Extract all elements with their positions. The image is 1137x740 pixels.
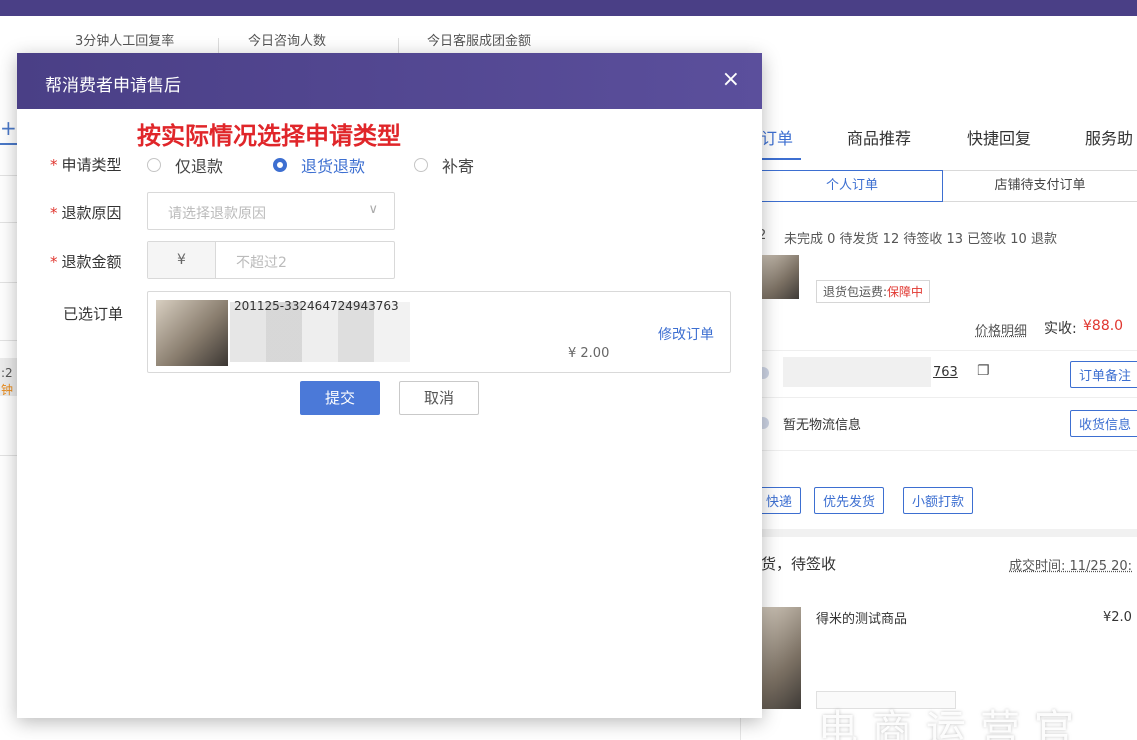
copy-icon[interactable]: ❐ xyxy=(977,363,990,379)
price-detail-link[interactable]: 价格明细 xyxy=(975,320,1027,339)
stat-reply-rate: 3分钟人工回复率 xyxy=(75,34,175,49)
actual-received-value: ¥88.0 xyxy=(1083,318,1124,334)
small-payment-button[interactable]: 小额打款 xyxy=(903,487,974,514)
currency-prefix: ¥ xyxy=(148,242,216,278)
shipping-insurance-tag: 退货包运费:保障中 xyxy=(816,280,931,303)
radio-return-refund[interactable]: 退货退款 xyxy=(273,153,365,177)
shipping-tag-label: 退货包运费: xyxy=(823,285,888,299)
dialog-header: 帮消费者申请售后 × xyxy=(17,53,762,109)
deal-time: 成交时间: 11/25 20: xyxy=(1009,559,1133,574)
refund-amount-field[interactable]: ¥ 不超过2 xyxy=(147,241,395,279)
section-divider xyxy=(741,529,1137,537)
left-divider xyxy=(0,340,18,341)
field-label-order: 已选订单 xyxy=(63,305,124,323)
divider xyxy=(751,397,1137,398)
radio-label: 退货退款 xyxy=(301,157,366,176)
segment-personal-orders[interactable]: 个人订单 xyxy=(761,170,943,202)
left-item-text: :2 xyxy=(1,366,13,380)
radio-label: 仅退款 xyxy=(175,157,224,176)
label-text: 退款金额 xyxy=(61,253,122,271)
left-item-time: 钟 xyxy=(1,383,14,397)
dialog-title: 帮消费者申请售后 xyxy=(45,76,181,96)
label-text: 申请类型 xyxy=(61,156,122,174)
actual-received-label: 实收: xyxy=(1044,321,1077,337)
required-mark: * xyxy=(50,156,58,174)
priority-ship-button[interactable]: 优先发货 xyxy=(814,487,885,514)
tab-product-recommend[interactable]: 商品推荐 xyxy=(847,125,911,149)
shipping-tag-status: 保障中 xyxy=(887,285,924,299)
order-status-title: 货，待签收 xyxy=(761,555,837,573)
order-price: ¥ 2.00 xyxy=(568,346,610,361)
product-thumbnail xyxy=(759,255,799,299)
radio-circle xyxy=(147,158,161,172)
product-price: ¥2.0 xyxy=(1103,610,1132,625)
field-label-type: * 申请类型 xyxy=(50,154,122,175)
field-label-reason: * 退款原因 xyxy=(50,202,122,223)
required-mark: * xyxy=(50,253,58,271)
right-panel: 订单 商品推荐 快捷回复 服务助 个人订单 店铺待支付订单 2 未完成 0 待发… xyxy=(740,95,1137,740)
tab-orders[interactable]: 订单 xyxy=(761,125,793,149)
order-status-filters[interactable]: 未完成 0 待发货 12 待签收 13 已签收 10 退款 xyxy=(784,228,1057,247)
select-placeholder: 请选择退款原因 xyxy=(168,206,266,222)
left-divider xyxy=(0,175,18,176)
left-divider xyxy=(0,282,18,283)
close-icon[interactable]: × xyxy=(722,67,740,92)
left-divider xyxy=(0,222,18,223)
express-button[interactable]: 快递 xyxy=(757,487,802,514)
order-note-button[interactable]: 订单备注 xyxy=(1070,361,1137,388)
field-label-amount: * 退款金额 xyxy=(50,251,122,272)
label-text: 退款原因 xyxy=(61,204,122,222)
submit-button[interactable]: 提交 xyxy=(300,381,380,415)
left-tab-indicator xyxy=(0,143,18,145)
watermark-text: 电商运营官 xyxy=(818,707,1088,740)
radio-refund-only[interactable]: 仅退款 xyxy=(147,153,223,177)
tab-underline xyxy=(761,158,801,160)
receipt-info-button[interactable]: 收货信息 xyxy=(1070,410,1137,437)
order-product-image xyxy=(156,300,228,366)
product-name[interactable]: 得米的测试商品 xyxy=(816,608,907,627)
edit-order-link[interactable]: 修改订单 xyxy=(658,324,714,344)
divider xyxy=(751,450,1137,451)
order-number-tail: 763 xyxy=(933,365,958,380)
divider xyxy=(751,350,1137,351)
radio-circle xyxy=(414,158,428,172)
stats-row: 3分钟人工回复率 今日咨询人数 今日客服成团金额 xyxy=(0,22,760,60)
after-sale-dialog: 帮消费者申请售后 × 按实际情况选择申请类型 * 申请类型 仅退款 退货退款 补寄… xyxy=(17,53,762,718)
annotation-text: 按实际情况选择申请类型 xyxy=(137,122,401,150)
tab-quick-reply[interactable]: 快捷回复 xyxy=(967,125,1031,149)
refund-reason-select[interactable]: 请选择退款原因 ∨ xyxy=(147,192,395,230)
add-icon[interactable]: + xyxy=(0,118,17,138)
segment-shop-unpaid-orders[interactable]: 店铺待支付订单 xyxy=(943,170,1137,202)
amount-placeholder: 不超过2 xyxy=(236,255,287,271)
product-image xyxy=(761,607,801,709)
cancel-button[interactable]: 取消 xyxy=(399,381,479,415)
top-header-bar xyxy=(0,0,1137,16)
order-id: 201125-332464724943763 xyxy=(234,299,399,313)
radio-label: 补寄 xyxy=(442,157,475,176)
selected-order-card: 201125-332464724943763 ¥ 2.00 修改订单 xyxy=(147,291,731,373)
chevron-down-icon: ∨ xyxy=(368,202,378,217)
logistics-status: 暂无物流信息 xyxy=(783,418,862,433)
tab-service-assistant[interactable]: 服务助 xyxy=(1085,125,1133,149)
masked-order-number xyxy=(783,357,931,387)
radio-circle xyxy=(273,158,287,172)
left-divider xyxy=(0,455,18,456)
stat-consult-count: 今日咨询人数 xyxy=(248,34,327,49)
required-mark: * xyxy=(50,204,58,222)
stat-group-amount: 今日客服成团金额 xyxy=(427,34,532,49)
radio-reship[interactable]: 补寄 xyxy=(414,153,474,177)
